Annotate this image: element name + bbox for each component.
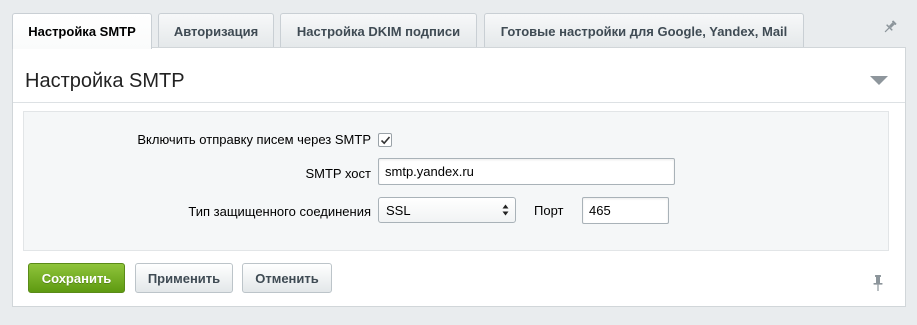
tab-smtp-settings[interactable]: Настройка SMTP — [12, 13, 152, 49]
port-input[interactable] — [582, 197, 669, 224]
smtp-host-label: SMTP хост — [305, 166, 371, 181]
cancel-button[interactable]: Отменить — [242, 263, 332, 293]
smtp-host-input[interactable] — [378, 158, 675, 185]
pin-icon[interactable] — [882, 19, 898, 35]
select-arrows-icon — [502, 204, 509, 216]
pin-icon[interactable] — [871, 274, 885, 292]
tab-dkim-settings[interactable]: Настройка DKIM подписи — [280, 13, 477, 48]
apply-button[interactable]: Применить — [135, 263, 233, 293]
port-label: Порт — [534, 203, 564, 218]
tab-presets[interactable]: Готовые настройки для Google, Yandex, Ma… — [484, 13, 804, 48]
panel-title: Настройка SMTP — [25, 70, 185, 92]
divider — [13, 102, 905, 103]
tab-authorization[interactable]: Авторизация — [158, 13, 274, 48]
collapse-arrow-icon[interactable] — [870, 76, 888, 85]
tab-bar: Настройка SMTP Авторизация Настройка DKI… — [0, 0, 917, 49]
security-type-label: Тип защищенного соединения — [188, 204, 371, 219]
save-button[interactable]: Сохранить — [28, 263, 125, 293]
form-area: Включить отправку писем через SMTP SMTP … — [23, 111, 889, 251]
security-type-select[interactable]: SSL — [378, 197, 516, 223]
enable-smtp-label: Включить отправку писем через SMTP — [137, 132, 371, 147]
enable-smtp-checkbox[interactable] — [378, 133, 392, 147]
checkmark-icon — [380, 135, 390, 144]
settings-panel: Настройка SMTP Включить отправку писем ч… — [12, 47, 906, 307]
security-type-value: SSL — [386, 202, 411, 218]
